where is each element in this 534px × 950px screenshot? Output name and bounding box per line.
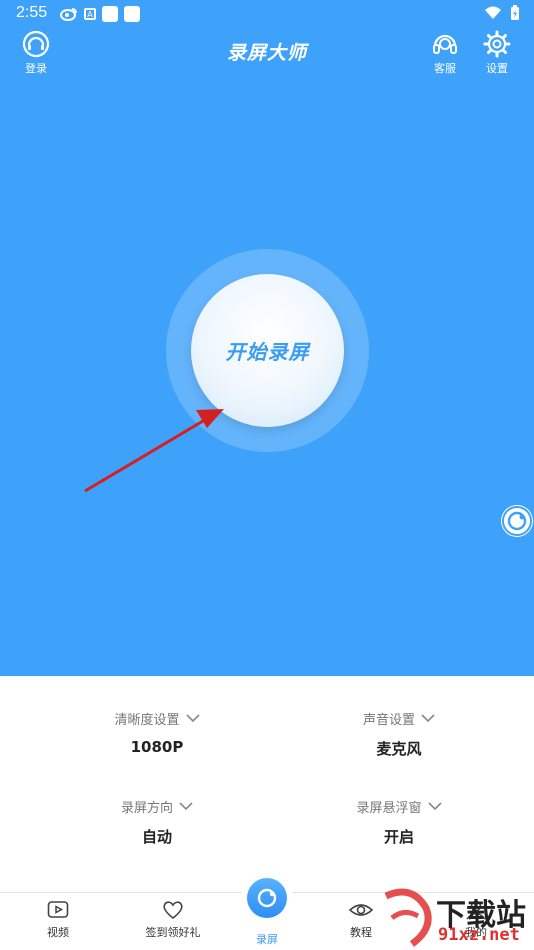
nav-record-label: 录屏: [256, 933, 278, 946]
status-bar: 2:55 A: [0, 0, 534, 28]
watermark-url: 91xz.net: [438, 925, 520, 945]
start-record-button[interactable]: 开始录屏: [191, 274, 344, 427]
audio-setting-value: 麦克风: [376, 740, 422, 758]
nav-tab-checkin[interactable]: 签到领好礼: [123, 900, 223, 940]
app-notification-icon-2: [124, 6, 140, 22]
a-notification-icon: A: [84, 8, 96, 20]
app-notification-icon: [102, 6, 118, 22]
nav-tab-record[interactable]: [241, 872, 293, 924]
heart-icon: [163, 901, 183, 920]
settings-button[interactable]: 设置: [483, 30, 511, 76]
record-icon: [257, 888, 277, 908]
floating-ball-button[interactable]: [501, 505, 533, 537]
chevron-down-icon: [179, 802, 193, 811]
headset-icon: [433, 34, 457, 54]
floating-window-setting[interactable]: 录屏悬浮窗 开启: [299, 797, 499, 847]
floating-window-setting-value: 开启: [383, 828, 414, 846]
quality-setting-title: 清晰度设置: [114, 713, 180, 728]
quality-setting-value: 1080P: [130, 738, 184, 756]
orientation-setting-title: 录屏方向: [120, 801, 173, 816]
orientation-setting-value: 自动: [141, 828, 172, 846]
gear-icon: [483, 30, 511, 58]
chevron-down-icon: [427, 802, 442, 811]
weibo-icon: [60, 8, 77, 21]
video-play-icon: [47, 901, 69, 918]
status-system-icons: [484, 5, 520, 21]
customer-service-button[interactable]: 客服: [431, 30, 459, 76]
battery-icon: [511, 5, 519, 20]
nav-checkin-label: 签到领好礼: [145, 926, 201, 939]
nav-tutorial-label: 教程: [350, 926, 372, 939]
customer-service-label: 客服: [434, 62, 456, 75]
record-tab-button: [247, 878, 287, 918]
status-notification-icons: A: [60, 6, 140, 22]
chevron-down-icon: [185, 714, 200, 723]
chevron-down-icon: [421, 714, 435, 723]
audio-setting-title: 声音设置: [362, 713, 415, 728]
eye-icon: [349, 904, 373, 916]
quality-setting[interactable]: 清晰度设置 1080P: [57, 709, 257, 756]
wifi-icon: [485, 6, 501, 19]
floating-record-icon: [502, 506, 532, 536]
start-record-label: 开始录屏: [225, 340, 310, 364]
audio-setting[interactable]: 声音设置 麦克风: [299, 709, 499, 759]
status-time: 2:55: [16, 4, 48, 21]
floating-window-setting-title: 录屏悬浮窗: [356, 801, 422, 816]
nav-video-label: 视频: [47, 926, 69, 939]
settings-label: 设置: [486, 62, 508, 75]
orientation-setting[interactable]: 录屏方向 自动: [57, 797, 257, 847]
nav-tab-video[interactable]: 视频: [8, 900, 108, 940]
